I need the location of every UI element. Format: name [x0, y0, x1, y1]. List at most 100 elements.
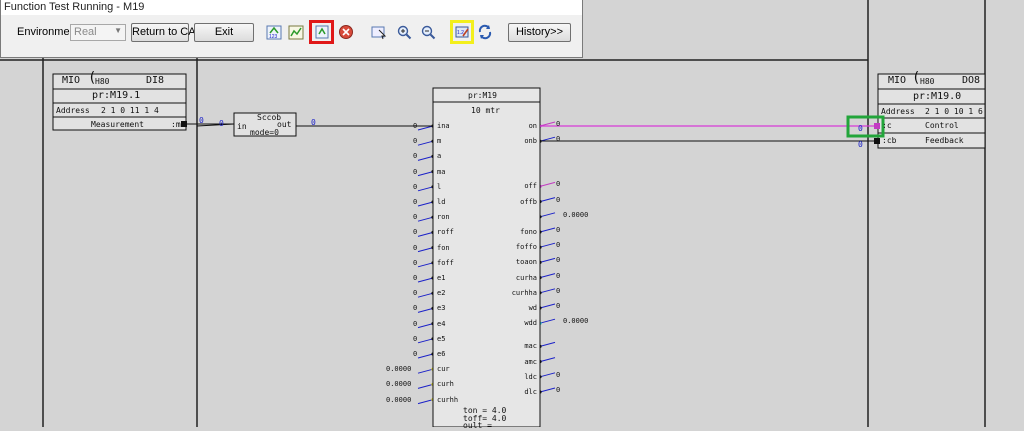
scoob-out-value[interactable]: 0: [311, 118, 316, 128]
environment-select[interactable]: Real ▼: [70, 24, 126, 41]
motor-input-value[interactable]: 0: [413, 183, 417, 191]
motor-output-wire: [539, 318, 556, 324]
motor-input-foff: foff: [437, 258, 454, 267]
motor-input-value[interactable]: 0.0000: [386, 380, 411, 388]
motor-input-wire: [417, 277, 434, 283]
do-name: pr:M19.0: [913, 91, 962, 102]
motor-input-value[interactable]: 0: [413, 213, 417, 221]
motor-footer-oult: oult =: [463, 421, 492, 430]
motor-input-wire: [417, 292, 434, 298]
chart-icon[interactable]: [286, 22, 306, 42]
do-control-label: Control: [925, 121, 959, 130]
zoom-out-icon[interactable]: [418, 22, 438, 42]
motor-output-value[interactable]: 0: [556, 226, 560, 234]
do-address-label: Address: [881, 107, 915, 116]
motor-name: pr:M19: [468, 91, 497, 100]
di-output-port[interactable]: [181, 121, 187, 127]
scoob-out-pin: out: [277, 120, 292, 129]
motor-input-wire: [417, 399, 434, 405]
motor-output-value[interactable]: 0: [556, 180, 560, 188]
motor-input-wire: [417, 383, 434, 389]
di-address: 2 1 0 11 1 4: [101, 106, 159, 115]
di-type: MIO: [62, 75, 81, 86]
motor-input-value[interactable]: 0: [413, 122, 417, 130]
motor-input-value[interactable]: 0: [413, 244, 417, 252]
zoom-in-icon[interactable]: [394, 22, 414, 42]
edit-value-icon[interactable]: 1.2: [450, 20, 474, 44]
motor-input-value[interactable]: 0.0000: [386, 396, 411, 404]
motor-output-value[interactable]: 0: [556, 272, 560, 280]
motor-input-value[interactable]: 0: [413, 289, 417, 297]
motor-input-curh: curh: [437, 380, 454, 389]
do-kind: DO8: [962, 75, 981, 86]
motor-input-value[interactable]: 0: [413, 259, 417, 267]
do-feedback-value[interactable]: 0: [858, 140, 863, 150]
di-address-label: Address: [56, 106, 90, 115]
motor-output-value[interactable]: 0: [556, 302, 560, 310]
motor-input-value[interactable]: 0: [413, 137, 417, 145]
motor-input-value[interactable]: 0: [413, 152, 417, 160]
motor-input-e6: e6: [437, 350, 446, 358]
motor-input-curhh: curhh: [437, 395, 459, 404]
motor-output-value[interactable]: 0: [556, 196, 560, 204]
motor-input-value[interactable]: 0: [413, 335, 417, 343]
motor-output-fono: fono: [520, 228, 537, 236]
do-control-value[interactable]: 0: [858, 124, 863, 134]
di-out-value[interactable]: 0: [199, 116, 204, 126]
refresh-record-icon[interactable]: [309, 20, 334, 44]
motor-output-value[interactable]: 0.0000: [563, 317, 588, 325]
cycle-icon[interactable]: [475, 22, 495, 42]
motor-output-value[interactable]: 0: [556, 241, 560, 249]
motor-input-wire: [417, 323, 434, 329]
motor-input-value[interactable]: 0: [413, 304, 417, 312]
motor-input-wire: [417, 140, 434, 146]
stop-icon[interactable]: [336, 22, 356, 42]
return-to-cad-button[interactable]: Return to CAD: [131, 23, 204, 42]
step-icon[interactable]: 123: [264, 22, 284, 42]
motor-input-value[interactable]: 0: [413, 168, 417, 176]
scoob-in-value[interactable]: 0: [219, 119, 224, 129]
motor-output-value[interactable]: 0: [556, 371, 560, 379]
motor-input-roff: roff: [437, 228, 454, 237]
di-pin: :m: [171, 120, 181, 129]
do-control-port[interactable]: [874, 123, 880, 129]
motor-input-value[interactable]: 0: [413, 274, 417, 282]
motor-input-a: a: [437, 152, 442, 161]
motor-output-value[interactable]: 0: [556, 386, 560, 394]
motor-input-e1: e1: [437, 274, 446, 282]
motor-input-m: m: [437, 137, 442, 146]
motor-input-e3: e3: [437, 304, 446, 313]
motor-label: 10 mtr: [471, 106, 500, 115]
motor-output-value[interactable]: 0: [556, 256, 560, 264]
motor-output-foffo: foffo: [515, 243, 537, 252]
motor-input-wire: [417, 171, 434, 177]
motor-output-value[interactable]: 0: [556, 135, 560, 143]
motor-output-toaon: toaon: [515, 258, 537, 267]
motor-output-wire: [539, 242, 556, 248]
motor-output-value[interactable]: 0.0000: [563, 211, 588, 219]
motor-input-wire: [417, 125, 434, 131]
motor-input-l: l: [437, 182, 442, 191]
motor-input-ma: ma: [437, 167, 446, 176]
motor-output-dlc: dlc: [524, 388, 537, 396]
motor-input-value[interactable]: 0: [413, 198, 417, 206]
motor-input-wire: [417, 262, 434, 268]
motor-input-wire: [417, 201, 434, 207]
motor-input-value[interactable]: 0: [413, 228, 417, 236]
history-button[interactable]: History>>: [508, 23, 571, 42]
motor-input-value[interactable]: 0.0000: [386, 365, 411, 373]
environment-value: Real: [74, 26, 97, 38]
motor-output-wire: [539, 197, 556, 203]
exit-button[interactable]: Exit: [194, 23, 254, 42]
motor-input-e2: e2: [437, 289, 446, 298]
motor-output-curha: curha: [515, 273, 537, 282]
motor-output-value[interactable]: 0: [556, 287, 560, 295]
motor-output-amc: amc: [524, 357, 537, 366]
do-feedback-port[interactable]: [874, 138, 880, 144]
motor-output-value[interactable]: 0: [556, 120, 560, 128]
motor-output-on: on: [528, 122, 537, 130]
pointer-icon[interactable]: [369, 22, 389, 42]
motor-input-value[interactable]: 0: [413, 350, 417, 358]
motor-input-value[interactable]: 0: [413, 320, 417, 328]
do-address: 2 1 0 10 1 6: [925, 107, 983, 116]
